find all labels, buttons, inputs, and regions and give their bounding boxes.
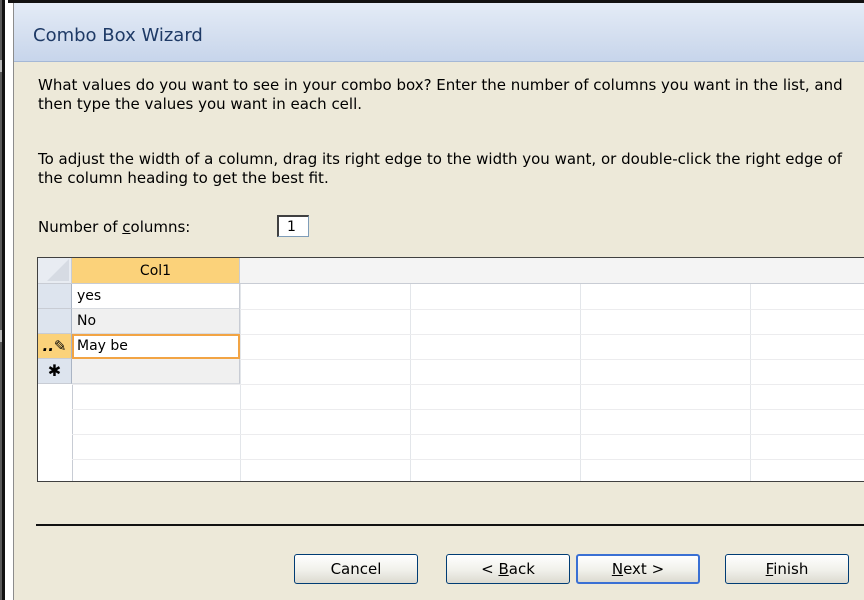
footer-separator — [36, 524, 864, 526]
cancel-button[interactable]: Cancel — [294, 554, 418, 584]
label-post: ext > — [623, 560, 665, 578]
empty-header-area — [240, 258, 864, 284]
next-button[interactable]: Next > — [576, 554, 700, 584]
dialog-titlebar: Combo Box Wizard — [14, 3, 864, 62]
back-button[interactable]: < Back — [446, 554, 570, 584]
dialog-title: Combo Box Wizard — [33, 25, 203, 46]
number-of-columns-input[interactable] — [277, 215, 309, 237]
grid-cell[interactable]: No — [72, 309, 240, 334]
combo-box-wizard-dialog: Combo Box Wizard What values do you want… — [13, 3, 864, 600]
new-record-icon[interactable]: ✱ — [38, 359, 72, 384]
pencil-icon[interactable]: ..✎ — [38, 334, 72, 359]
grid-row-divider — [72, 409, 864, 410]
label-post: olumns: — [130, 218, 191, 236]
grid-row-divider — [72, 384, 864, 385]
grid-cell[interactable]: yes — [72, 284, 240, 309]
access-key: c — [122, 218, 131, 236]
instruction-text-1: What values do you want to see in your c… — [38, 76, 843, 113]
label-pre: < — [481, 560, 499, 578]
grid-column-divider — [580, 258, 581, 481]
finish-button[interactable]: Finish — [725, 554, 849, 584]
access-key: B — [498, 560, 509, 578]
grid-cell-new-record[interactable] — [72, 359, 240, 384]
window-frame-left — [0, 0, 8, 600]
number-of-columns-label: Number of columns: — [38, 218, 190, 236]
grid-row-divider — [72, 459, 864, 460]
label-post: ack — [508, 560, 535, 578]
access-key: N — [611, 560, 624, 578]
label-pre: Number of — [38, 218, 123, 236]
column-header-col1[interactable]: Col1 — [72, 258, 240, 284]
grid-column-divider — [240, 258, 241, 481]
instruction-text-2: To adjust the width of a column, drag it… — [38, 150, 843, 187]
grid-column-divider — [410, 258, 411, 481]
select-all-corner[interactable] — [38, 258, 72, 284]
row-selector[interactable] — [38, 309, 72, 334]
label-post: inish — [773, 560, 809, 578]
row-selector[interactable] — [38, 284, 72, 309]
grid-cell-active[interactable]: May be — [72, 334, 240, 359]
grid-column-divider — [750, 258, 751, 481]
grid-row-divider — [72, 434, 864, 435]
values-datasheet-grid[interactable]: Col1 yes No ..✎ May be ✱ — [37, 257, 864, 482]
